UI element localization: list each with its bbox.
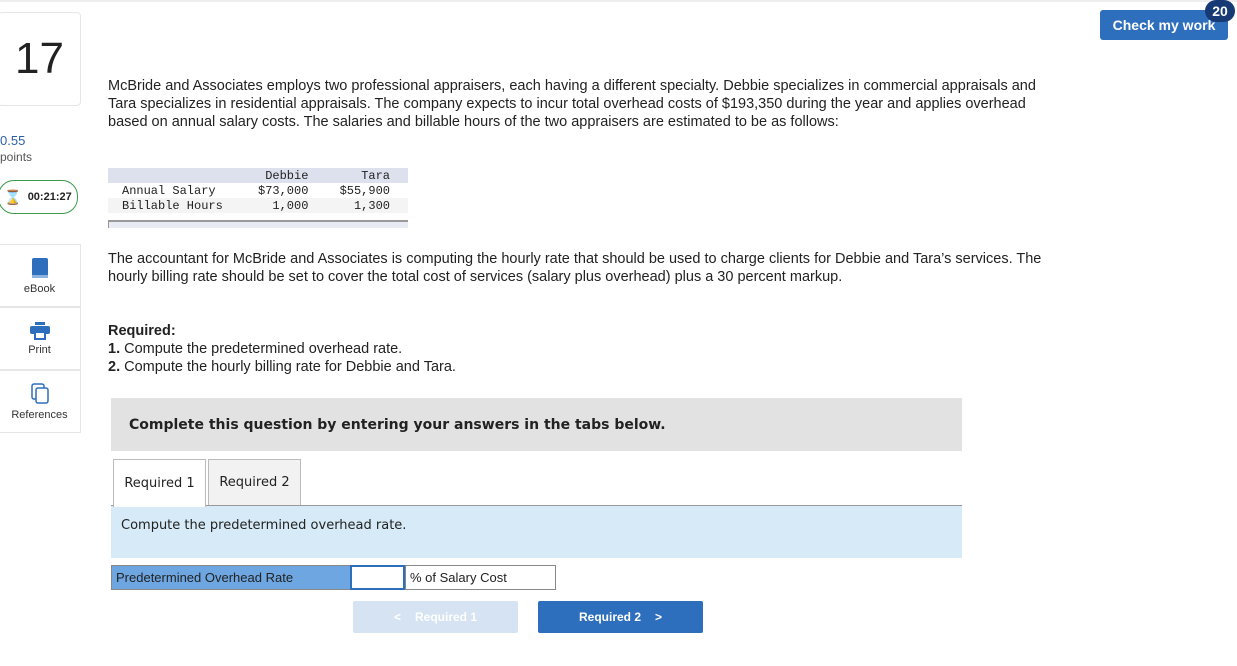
- unit-label: % of Salary Cost: [405, 565, 556, 590]
- sidebar-item-references[interactable]: References: [0, 370, 81, 433]
- question-number: 17: [0, 12, 81, 106]
- points-value: 0.55: [0, 133, 26, 148]
- overhead-rate-input[interactable]: [350, 565, 405, 590]
- sidebar-item-ebook[interactable]: eBook: [0, 244, 81, 307]
- points-label: points: [0, 150, 33, 164]
- data-table: Debbie Tara Annual Salary $73,000 $55,900 B…: [108, 168, 408, 213]
- instructions-banner: Complete this question by entering your …: [111, 398, 962, 451]
- chevron-right-icon: >: [655, 610, 663, 624]
- col-tara: Tara: [326, 168, 408, 183]
- book-icon: [31, 257, 48, 278]
- chevron-left-icon: <: [393, 610, 401, 624]
- printer-icon: [29, 321, 50, 340]
- sidebar-item-label: eBook: [23, 282, 56, 295]
- tab-prompt: Compute the predetermined overhead rate.: [111, 506, 962, 558]
- tab-required-1[interactable]: Required 1: [113, 459, 206, 507]
- problem-paragraph: The accountant for McBride and Associate…: [108, 251, 1042, 285]
- tab-required-2[interactable]: Required 2: [208, 459, 301, 506]
- table-row: Billable Hours 1,000 1,300: [108, 198, 408, 213]
- next-required-button[interactable]: Required 2 >: [538, 601, 703, 633]
- hourglass-icon: ⌛: [4, 188, 22, 205]
- table-footer: [108, 220, 408, 228]
- row-label: Predetermined Overhead Rate: [111, 565, 351, 590]
- sidebar-item-label: Print: [28, 343, 51, 356]
- timer-value: 00:21:27: [27, 191, 72, 203]
- question-count-badge: 20: [1205, 0, 1235, 22]
- sidebar-item-label: References: [11, 408, 68, 421]
- top-divider: [0, 0, 1237, 2]
- timer[interactable]: ⌛ 00:21:27: [0, 180, 78, 214]
- table-row: Annual Salary $73,000 $55,900: [122, 183, 390, 198]
- col-debbie: Debbie: [244, 168, 327, 183]
- problem-intro: McBride and Associates employs two profe…: [108, 78, 1036, 130]
- required-section: Required: 1. Compute the predetermined o…: [108, 323, 456, 375]
- prev-required-button[interactable]: < Required 1: [353, 601, 518, 633]
- copy-icon: [30, 382, 49, 404]
- sidebar-item-print[interactable]: Print: [0, 307, 81, 370]
